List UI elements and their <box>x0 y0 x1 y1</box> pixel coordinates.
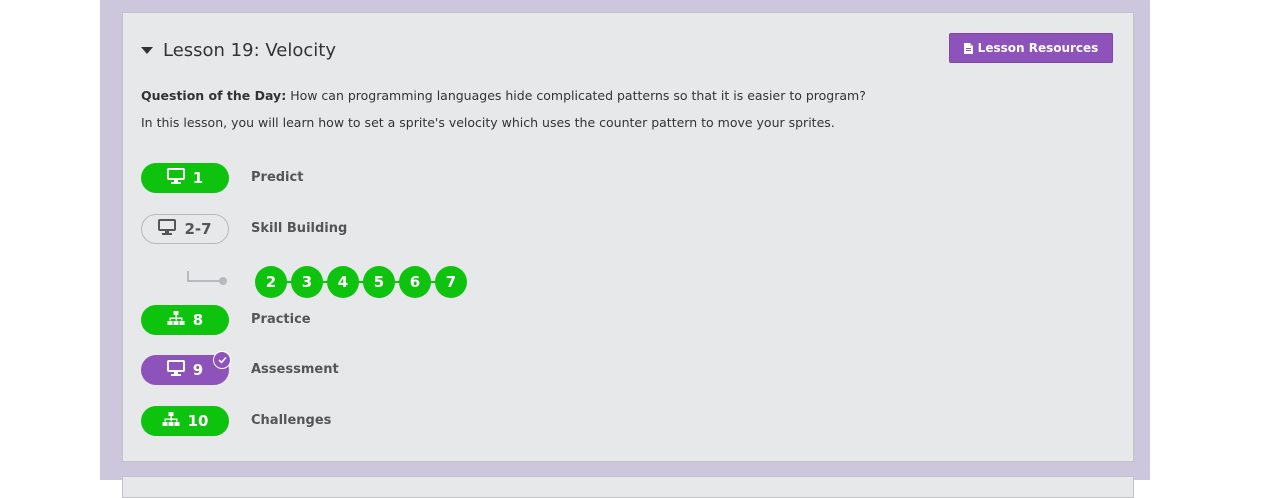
level-bubble-1[interactable]: 1 <box>141 163 229 193</box>
level-label[interactable]: Predict <box>251 170 303 185</box>
lesson-resources-label: Lesson Resources <box>977 41 1099 55</box>
document-icon <box>963 42 973 54</box>
lesson-header-toggle[interactable]: Lesson 19: Velocity <box>141 37 336 63</box>
computer-icon <box>158 219 177 239</box>
level-label[interactable]: Challenges <box>251 413 331 428</box>
level-row-skill-building: 2-7 Skill Building <box>141 214 1041 246</box>
lesson-resources-button[interactable]: Lesson Resources <box>949 33 1113 63</box>
level-number: 8 <box>192 311 204 329</box>
computer-icon <box>166 360 185 380</box>
sublevel-bubble-5[interactable]: 5 <box>363 266 395 298</box>
level-number: 10 <box>187 412 209 430</box>
sublevel-bubble-7[interactable]: 7 <box>435 266 467 298</box>
question-text: How can programming languages hide compl… <box>290 88 866 103</box>
sitemap-icon <box>162 411 180 431</box>
next-lesson-card <box>122 476 1134 498</box>
level-number: 2-7 <box>184 220 212 238</box>
sublevel-bubble-3[interactable]: 3 <box>291 266 323 298</box>
lesson-title: Lesson 19: Velocity <box>163 39 336 61</box>
level-number: 1 <box>192 169 204 187</box>
sublevel-bubble-4[interactable]: 4 <box>327 266 359 298</box>
level-row-challenges: 10 Challenges <box>141 406 1041 438</box>
level-row-predict: 1 Predict <box>141 163 1041 195</box>
level-label[interactable]: Practice <box>251 312 311 327</box>
level-bubble-2-7[interactable]: 2-7 <box>141 214 229 244</box>
sitemap-icon <box>167 310 185 330</box>
level-row-practice: 8 Practice <box>141 305 1041 337</box>
computer-icon <box>166 168 185 188</box>
level-label[interactable]: Skill Building <box>251 221 347 236</box>
lesson-card: Lesson 19: Velocity Lesson Resources Que… <box>122 12 1134 462</box>
level-row-assessment: 9 Assessment <box>141 351 1041 387</box>
sublevel-bubble-2[interactable]: 2 <box>255 266 287 298</box>
lesson-description: In this lesson, you will learn how to se… <box>141 115 835 130</box>
level-label[interactable]: Assessment <box>251 362 339 377</box>
caret-down-icon <box>141 46 153 54</box>
checkmark-icon <box>213 351 231 369</box>
lesson-list-frame: Lesson 19: Velocity Lesson Resources Que… <box>100 0 1150 498</box>
level-number: 9 <box>192 361 204 379</box>
sublevel-bubble-6[interactable]: 6 <box>399 266 431 298</box>
question-prefix: Question of the Day: <box>141 88 287 103</box>
level-bubble-10[interactable]: 10 <box>141 406 229 436</box>
question-of-the-day: Question of the Day: How can programming… <box>141 88 866 103</box>
level-bubble-8[interactable]: 8 <box>141 305 229 335</box>
level-bubble-9[interactable]: 9 <box>141 351 231 385</box>
sublevel-connector <box>187 271 227 285</box>
